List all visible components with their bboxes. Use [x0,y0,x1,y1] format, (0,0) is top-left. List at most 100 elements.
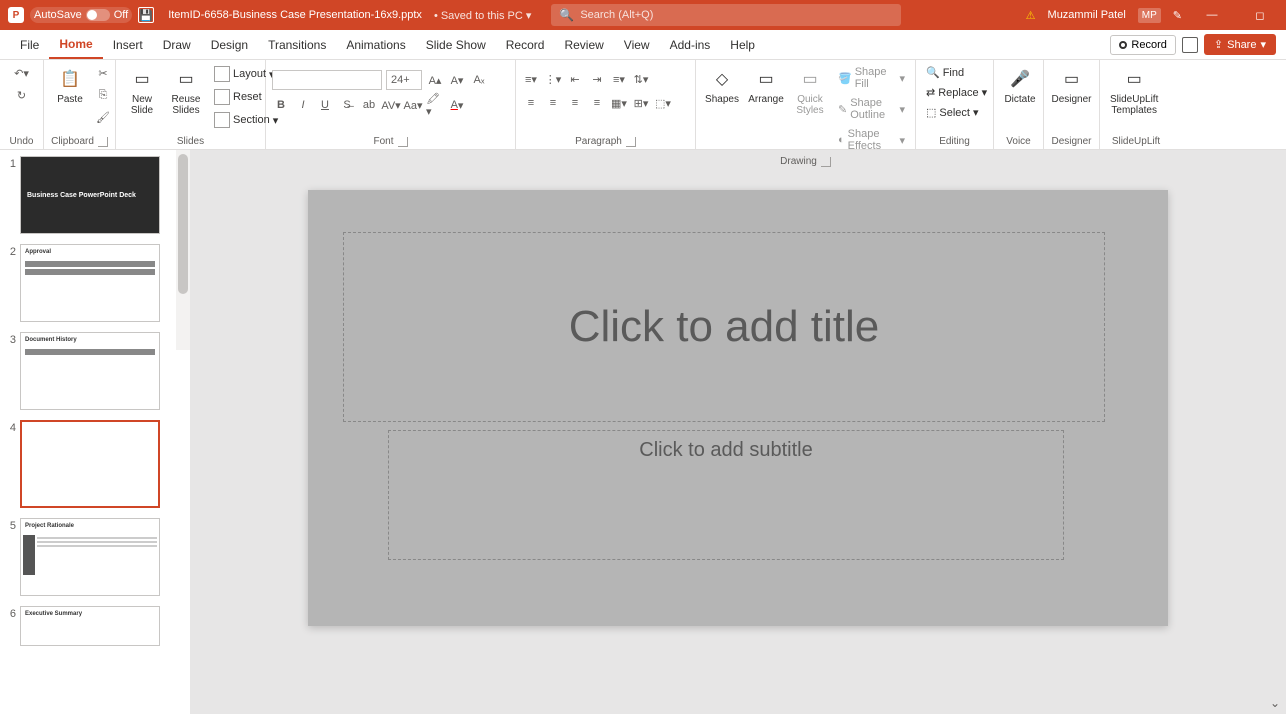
font-dialog-launcher[interactable] [398,137,408,147]
highlight-button[interactable]: 🖍▾ [426,96,444,114]
thumbnail-item[interactable]: 4 [4,420,186,508]
search-box[interactable]: 🔍 [551,4,901,26]
tab-file[interactable]: File [10,30,49,59]
shape-outline-button[interactable]: ✎Shape Outline▾ [834,95,909,123]
select-button[interactable]: ⬚Select▾ [922,104,983,121]
tab-design[interactable]: Design [201,30,258,59]
bullets-button[interactable]: ≡▾ [522,70,540,88]
share-button[interactable]: ⇪ Share ▾ [1204,34,1276,55]
arrange-button[interactable]: ▭Arrange [746,64,786,107]
thumbnail-item[interactable]: 5 Project Rationale [4,518,186,596]
new-slide-icon: ▭ [129,66,155,92]
slide-canvas[interactable]: Click to add title Click to add subtitle [308,190,1168,626]
cut-button[interactable]: ✂ [94,64,112,82]
app-icon[interactable]: P [8,7,24,23]
undo-button[interactable]: ↶▾ [13,64,31,82]
format-painter-button[interactable]: 🖌 [94,108,112,126]
copy-button[interactable]: ⎘ [94,86,112,104]
thumbnail-item[interactable]: 1 Business Case PowerPoint Deck [4,156,186,234]
replace-button[interactable]: ⇄Replace▾ [922,84,991,101]
change-case-button[interactable]: Aa▾ [404,96,422,114]
shapes-button[interactable]: ◇Shapes [702,64,742,107]
thumbnail-slide-6[interactable]: Executive Summary [20,606,160,646]
user-name[interactable]: Muzammil Patel [1048,9,1126,21]
warning-icon[interactable]: ⚠ [1026,9,1036,22]
thumbnail-item[interactable]: 2 Approval [4,244,186,322]
columns-button[interactable]: ▦▾ [610,94,628,112]
tab-addins[interactable]: Add-ins [660,30,721,59]
thumbnail-slide-2[interactable]: Approval [20,244,160,322]
shape-fill-button[interactable]: 🪣Shape Fill▾ [834,64,909,92]
reuse-slides-button[interactable]: ▭ Reuse Slides [166,64,206,118]
new-slide-button[interactable]: ▭ New Slide [122,64,162,118]
font-color-button[interactable]: A▾ [448,96,466,114]
tab-slideshow[interactable]: Slide Show [416,30,496,59]
dictate-button[interactable]: 🎤Dictate [1000,64,1040,107]
strikethrough-button[interactable]: S̶ [338,96,356,114]
pen-icon[interactable]: ✎ [1173,9,1182,22]
increase-indent-button[interactable]: ⇥ [588,70,606,88]
justify-button[interactable]: ≡ [588,94,606,112]
tab-animations[interactable]: Animations [336,30,415,59]
numbering-button[interactable]: ⋮▾ [544,70,562,88]
title-placeholder[interactable]: Click to add title [343,232,1105,422]
quick-styles-button[interactable]: ▭Quick Styles [790,64,830,118]
clear-formatting-button[interactable]: Aₓ [470,71,488,89]
thumbnail-slide-1[interactable]: Business Case PowerPoint Deck [20,156,160,234]
thumbnail-item[interactable]: 3 Document History [4,332,186,410]
text-shadow-button[interactable]: ab [360,96,378,114]
tab-insert[interactable]: Insert [103,30,153,59]
align-left-button[interactable]: ≡ [522,94,540,112]
paragraph-dialog-launcher[interactable] [626,137,636,147]
slideuplift-button[interactable]: ▭SlideUpLift Templates [1106,64,1162,118]
minimize-button[interactable]: — [1194,0,1230,30]
designer-button[interactable]: ▭Designer [1050,64,1093,107]
paste-button[interactable]: 📋 Paste [50,64,90,107]
slide-editor-area[interactable]: Click to add title Click to add subtitle [190,150,1286,714]
decrease-indent-button[interactable]: ⇤ [566,70,584,88]
align-text-button[interactable]: ⊞▾ [632,94,650,112]
search-input[interactable] [580,9,893,21]
thumbnail-slide-3[interactable]: Document History [20,332,160,410]
thumbnail-slide-4[interactable] [20,420,160,508]
decrease-font-button[interactable]: A▾ [448,71,466,89]
save-status[interactable]: • Saved to this PC ▾ [434,9,531,22]
thumb-title: Approval [21,245,159,259]
tab-transitions[interactable]: Transitions [258,30,336,59]
tab-review[interactable]: Review [554,30,613,59]
maximize-button[interactable]: ◻ [1242,0,1278,30]
autosave-toggle[interactable]: AutoSave Off [30,7,132,23]
align-right-button[interactable]: ≡ [566,94,584,112]
save-icon[interactable]: 💾 [138,7,154,23]
find-button[interactable]: 🔍Find [922,64,968,81]
line-spacing-button[interactable]: ≡▾ [610,70,628,88]
user-initials[interactable]: MP [1138,8,1161,23]
bold-button[interactable]: B [272,96,290,114]
subtitle-placeholder[interactable]: Click to add subtitle [388,430,1064,560]
thumbnail-panel[interactable]: 1 Business Case PowerPoint Deck 2 Approv… [0,150,190,714]
thumbnail-slide-5[interactable]: Project Rationale [20,518,160,596]
font-size-input[interactable] [386,70,422,90]
group-slides-label: Slides [122,134,259,147]
tab-home[interactable]: Home [49,30,102,59]
tab-help[interactable]: Help [720,30,765,59]
italic-button[interactable]: I [294,96,312,114]
record-button[interactable]: Record [1110,35,1175,55]
tab-draw[interactable]: Draw [153,30,201,59]
increase-font-button[interactable]: A▴ [426,71,444,89]
char-spacing-button[interactable]: AV▾ [382,96,400,114]
comments-icon[interactable] [1182,37,1198,53]
font-name-input[interactable] [272,70,382,90]
thumbnail-item[interactable]: 6 Executive Summary [4,606,186,646]
group-font: A▴ A▾ Aₓ B I U S̶ ab AV▾ Aa▾ 🖍▾ A▾ Font [266,60,516,149]
align-center-button[interactable]: ≡ [544,94,562,112]
filename[interactable]: ItemID-6658-Business Case Presentation-1… [168,9,422,21]
redo-button[interactable]: ↻ [13,86,31,104]
clipboard-dialog-launcher[interactable] [98,137,108,147]
tab-record[interactable]: Record [496,30,555,59]
smartart-button[interactable]: ⬚▾ [654,94,672,112]
tab-view[interactable]: View [614,30,660,59]
text-direction-button[interactable]: ⇅▾ [632,70,650,88]
thumbnail-scrollbar[interactable] [176,150,190,350]
underline-button[interactable]: U [316,96,334,114]
